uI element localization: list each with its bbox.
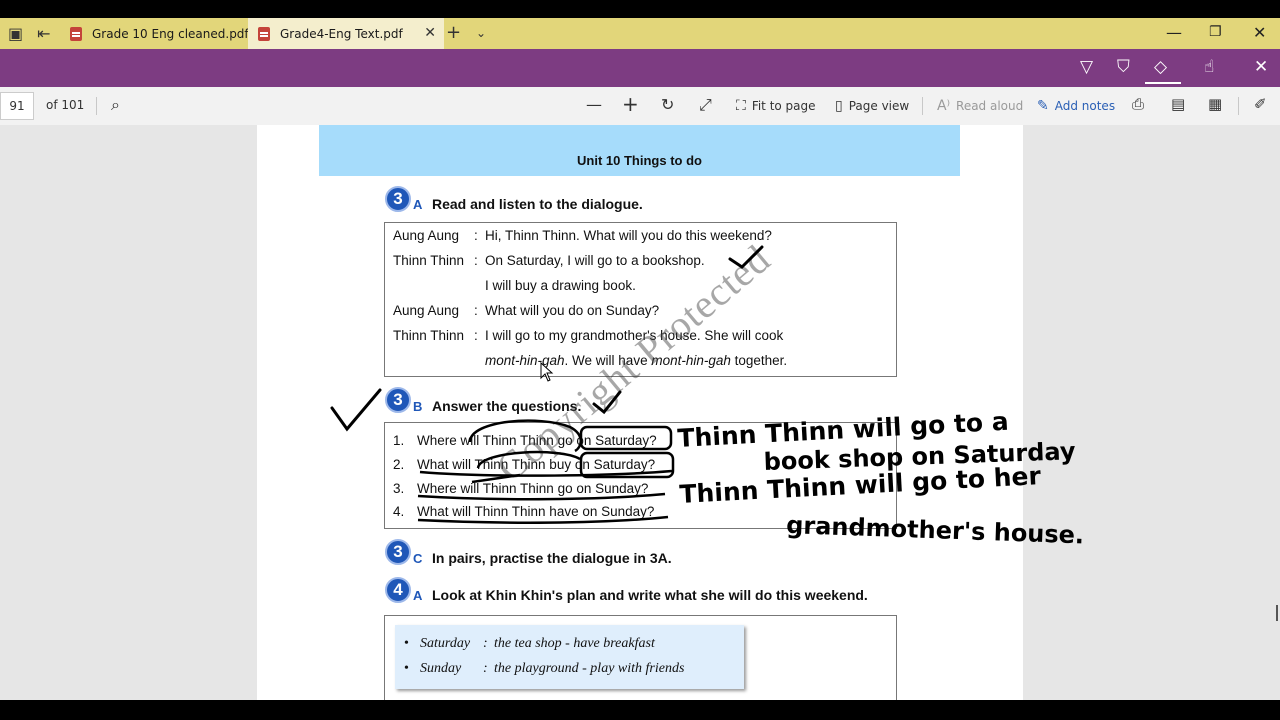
ink-toolbar: ▽ ⛉ ◇ ☝ ✕ <box>0 49 1280 87</box>
tab-grade4-pdf[interactable]: Grade4-Eng Text.pdf ✕ <box>248 18 444 49</box>
checkmark-ink <box>330 388 382 432</box>
ink-annotations: Thinn Thinn will go to a book shop on Sa… <box>330 245 1085 549</box>
pin-toolbar-icon[interactable]: ✐ <box>1254 95 1267 113</box>
tab-label: Grade 10 Eng cleaned.pdf <box>92 26 249 41</box>
save-as-icon[interactable]: ▦ <box>1208 95 1222 113</box>
screen-bottom-edge <box>0 700 1280 720</box>
eraser-icon[interactable]: ◇ <box>1154 57 1167 77</box>
page-view-label: Page view <box>848 99 910 113</box>
fit-page-icon: ⛶ <box>736 98 746 114</box>
divider <box>96 97 97 115</box>
page-view-icon: ▯ <box>835 98 843 114</box>
pen-icon: ✎ <box>1037 98 1049 114</box>
circle-ink <box>476 450 581 469</box>
scrollbar-thumb[interactable] <box>1276 605 1278 621</box>
read-aloud-label: Read aloud <box>956 99 1024 113</box>
close-icon[interactable]: ✕ <box>1254 57 1268 77</box>
screen-top-edge <box>0 0 1280 18</box>
full-screen-icon[interactable]: ⤢ <box>699 95 712 115</box>
page-total: of 101 <box>46 98 85 112</box>
page-view-button[interactable]: ▯ Page view <box>835 98 909 114</box>
underline-ink <box>417 492 666 501</box>
mouse-cursor-icon <box>540 361 554 382</box>
plus-icon[interactable]: + <box>446 22 461 43</box>
add-notes-label: Add notes <box>1054 99 1116 113</box>
underline-ink <box>419 469 673 477</box>
rotate-icon[interactable]: ↻ <box>661 95 674 114</box>
read-aloud-icon: A⁾ <box>937 98 951 114</box>
fit-to-page-label: Fit to page <box>751 99 816 113</box>
circle-ink <box>468 419 582 453</box>
tab-label: Grade4-Eng Text.pdf <box>280 26 403 41</box>
divider <box>1238 97 1239 115</box>
add-notes-button[interactable]: ✎ Add notes <box>1037 98 1115 114</box>
print-icon[interactable]: ⎙ <box>1132 95 1144 113</box>
search-icon[interactable]: ⌕ <box>111 95 120 115</box>
underline-ink <box>417 515 669 524</box>
tab-actions-icon[interactable]: ▣ <box>8 24 23 43</box>
close-icon[interactable]: ✕ <box>1253 23 1266 42</box>
zoom-in-icon[interactable]: + <box>622 92 639 116</box>
chevron-down-icon[interactable]: ⌄ <box>476 26 486 40</box>
fit-to-page-button[interactable]: ⛶ Fit to page <box>736 98 816 114</box>
page-number-input[interactable]: 91 <box>0 92 34 120</box>
restore-icon[interactable]: ❐ <box>1209 24 1222 40</box>
tab-strip: ▣ ⇤ Grade 10 Eng cleaned.pdf Grade4-Eng … <box>0 18 1280 49</box>
checkmark-ink <box>592 390 622 415</box>
divider <box>922 97 923 115</box>
touch-writing-icon[interactable]: ☝ <box>1204 57 1214 77</box>
highlighter-icon[interactable]: ⛉ <box>1117 57 1130 77</box>
pdf-icon <box>70 26 82 41</box>
tab-grade10-pdf[interactable]: Grade 10 Eng cleaned.pdf <box>60 18 256 49</box>
save-icon[interactable]: ▤ <box>1171 95 1185 113</box>
read-aloud-button[interactable]: A⁾ Read aloud <box>937 98 1023 114</box>
ballpoint-pen-icon[interactable]: ▽ <box>1080 57 1093 77</box>
pdf-toolbar: 91 of 101 ⌕ — + ↻ ⤢ ⛶ Fit to page ▯ Page… <box>0 87 1280 126</box>
set-tabs-aside-icon[interactable]: ⇤ <box>37 24 50 43</box>
checkmark-ink <box>728 245 764 269</box>
minimize-icon[interactable]: — <box>1166 23 1182 42</box>
pdf-viewer[interactable]: Unit 10 Things to do 3 A Read and listen… <box>0 125 1280 700</box>
zoom-out-icon[interactable]: — <box>586 95 602 114</box>
close-icon[interactable]: ✕ <box>424 25 436 41</box>
box-ink <box>579 425 673 451</box>
pdf-icon <box>258 26 270 41</box>
handwritten-answer: grandmother's house. <box>786 511 1085 549</box>
eraser-selected-indicator <box>1145 82 1181 84</box>
